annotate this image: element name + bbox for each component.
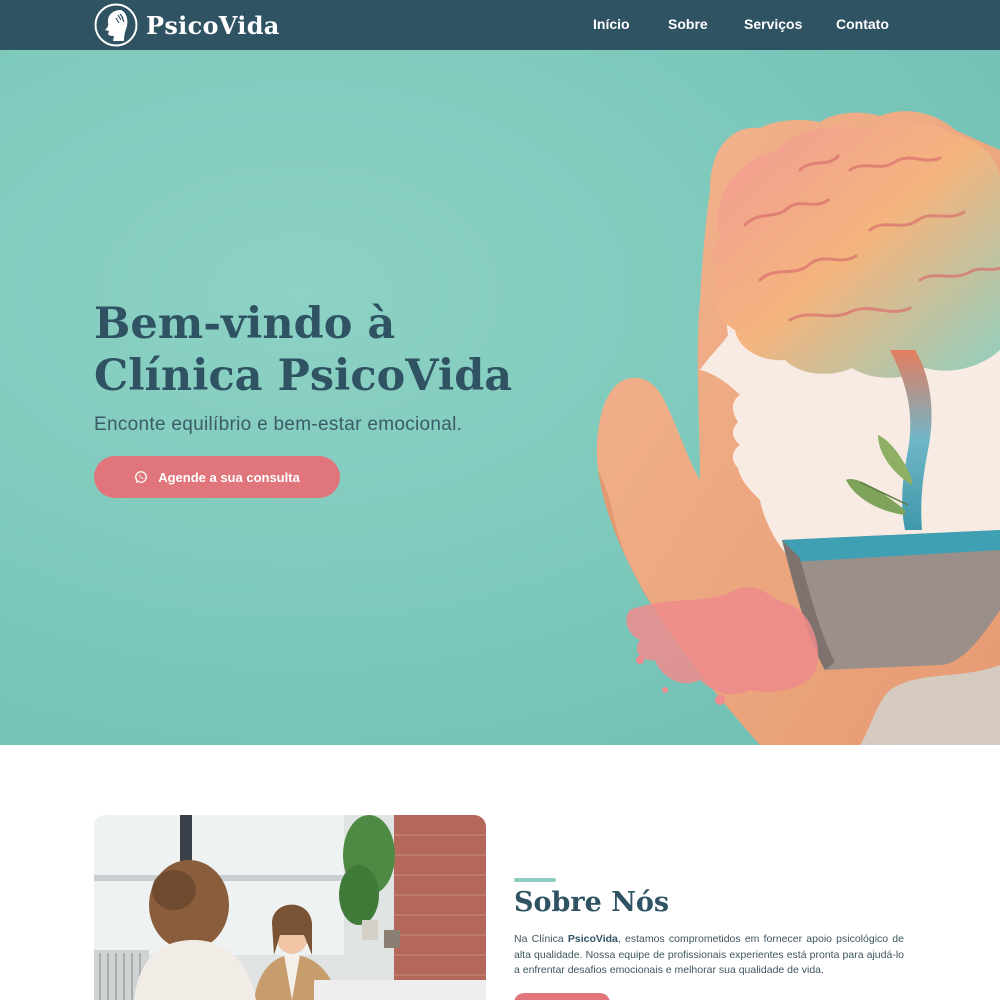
hero-title-line-2: Clínica PsicoVida bbox=[94, 351, 513, 401]
nav-link-inicio[interactable]: Início bbox=[593, 16, 630, 32]
about-description: Na Clínica PsicoVida, estamos comprometi… bbox=[514, 932, 904, 979]
whatsapp-icon bbox=[135, 471, 148, 484]
top-navbar: PsicoVida Início Sobre Serviços Contato bbox=[0, 0, 1000, 50]
nav-link-servicos[interactable]: Serviços bbox=[744, 16, 802, 32]
main-nav: Início Sobre Serviços Contato bbox=[0, 0, 1000, 50]
about-title-underline bbox=[514, 878, 556, 882]
nav-link-sobre[interactable]: Sobre bbox=[668, 16, 708, 32]
hand-holding-brain-plant-illustration bbox=[596, 111, 1000, 745]
hero-title-line-1: Bem-vindo à bbox=[94, 299, 396, 349]
about-text-brand: PsicoVida bbox=[567, 933, 618, 945]
therapy-session-photo bbox=[94, 815, 486, 1000]
book-appointment-button[interactable]: Agende a sua consulta bbox=[94, 456, 340, 498]
nav-link-contato[interactable]: Contato bbox=[836, 16, 889, 32]
about-title: Sobre Nós bbox=[514, 887, 670, 918]
hero-subtitle: Enconte equilíbrio e bem-estar emocional… bbox=[94, 414, 463, 435]
about-more-button[interactable] bbox=[514, 993, 610, 1000]
about-text-prefix: Na Clínica bbox=[514, 933, 568, 945]
hero-section: Bem-vindo à Clínica PsicoVida Enconte eq… bbox=[0, 50, 1000, 745]
book-appointment-label: Agende a sua consulta bbox=[158, 469, 300, 485]
hero-title: Bem-vindo à Clínica PsicoVida bbox=[94, 298, 554, 402]
